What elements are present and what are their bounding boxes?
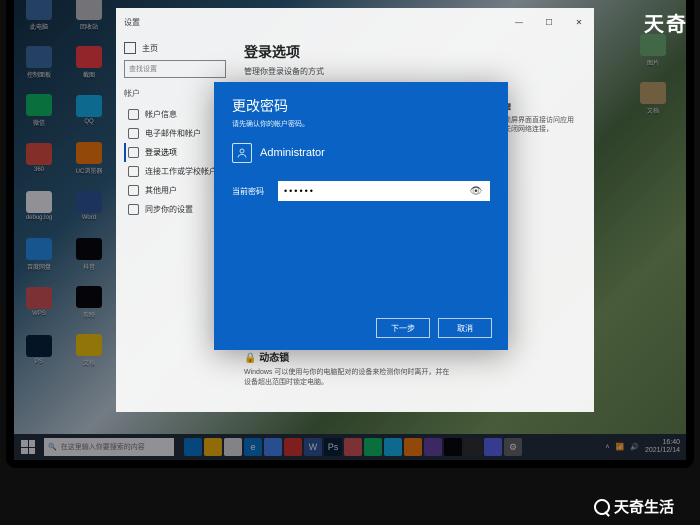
nav-item-label: 同步你的设置 (145, 204, 193, 215)
nav-item-icon (128, 166, 139, 177)
nav-item-icon (128, 128, 139, 139)
sidebar-item[interactable]: 登录选项 (124, 143, 226, 162)
sidebar-category: 帐户 (124, 88, 226, 99)
sidebar-item[interactable]: 电子邮件和帐户 (124, 124, 226, 143)
page-subtitle: 管理你登录设备的方式 (244, 66, 584, 77)
dynamic-lock-title: 🔒 动态锁 (244, 349, 454, 364)
sidebar-home[interactable]: 主页 (124, 42, 226, 54)
nav-item-label: 其他用户 (145, 185, 177, 196)
user-avatar-icon (232, 143, 252, 163)
desktop: 此电脑回收站控制面板截图微信QQ360UC浏览器debug.logWord百度网… (14, 0, 686, 460)
nav-item-icon (128, 204, 139, 215)
home-icon (124, 42, 136, 54)
settings-search[interactable]: 查找设置 (124, 60, 226, 78)
change-password-dialog: 更改密码 请先确认你的帐户密码。 Administrator 当前密码 👁 (214, 82, 508, 350)
dialog-username: Administrator (260, 147, 325, 159)
reveal-password-icon[interactable]: 👁 (468, 186, 484, 197)
settings-search-placeholder: 查找设置 (129, 64, 157, 74)
password-input[interactable] (284, 186, 468, 196)
password-input-wrap: 👁 (278, 181, 490, 201)
nav-item-label: 帐户信息 (145, 109, 177, 120)
settings-window-title: 设置 (124, 17, 140, 28)
nav-item-label: 电子邮件和帐户 (145, 128, 201, 139)
nav-item-icon (128, 185, 139, 196)
sidebar-item[interactable]: 帐户信息 (124, 105, 226, 124)
watermark-top: 天奇 (644, 8, 688, 37)
sidebar-item[interactable]: 连接工作或学校帐户 (124, 162, 226, 181)
close-button[interactable]: ✕ (564, 8, 594, 36)
sidebar-item[interactable]: 同步你的设置 (124, 200, 226, 219)
maximize-button[interactable]: ☐ (534, 8, 564, 36)
sidebar-item[interactable]: 其他用户 (124, 181, 226, 200)
cancel-button[interactable]: 取消 (438, 318, 492, 338)
nav-item-label: 连接工作或学校帐户 (145, 166, 217, 177)
sidebar-home-label: 主页 (142, 43, 158, 54)
nav-item-label: 登录选项 (145, 147, 177, 158)
password-label: 当前密码 (232, 186, 268, 197)
monitor: 此电脑回收站控制面板截图微信QQ360UC浏览器debug.logWord百度网… (6, 0, 694, 468)
minimize-button[interactable]: — (504, 8, 534, 36)
settings-titlebar: 设置 — ☐ ✕ (116, 8, 594, 36)
dynamic-lock-text: Windows 可以使用与你的电脑配对的设备来检测你何时离开，并在设备超出范围时… (244, 368, 454, 388)
nav-item-icon (128, 147, 139, 158)
nav-item-icon (128, 109, 139, 120)
page-title: 登录选项 (244, 42, 584, 62)
watermark-logo-icon (594, 499, 610, 515)
dialog-title: 更改密码 (232, 96, 490, 116)
dialog-subtitle: 请先确认你的帐户密码。 (232, 119, 490, 129)
watermark-bottom: 天奇生活 (594, 496, 674, 517)
next-button[interactable]: 下一步 (376, 318, 430, 338)
